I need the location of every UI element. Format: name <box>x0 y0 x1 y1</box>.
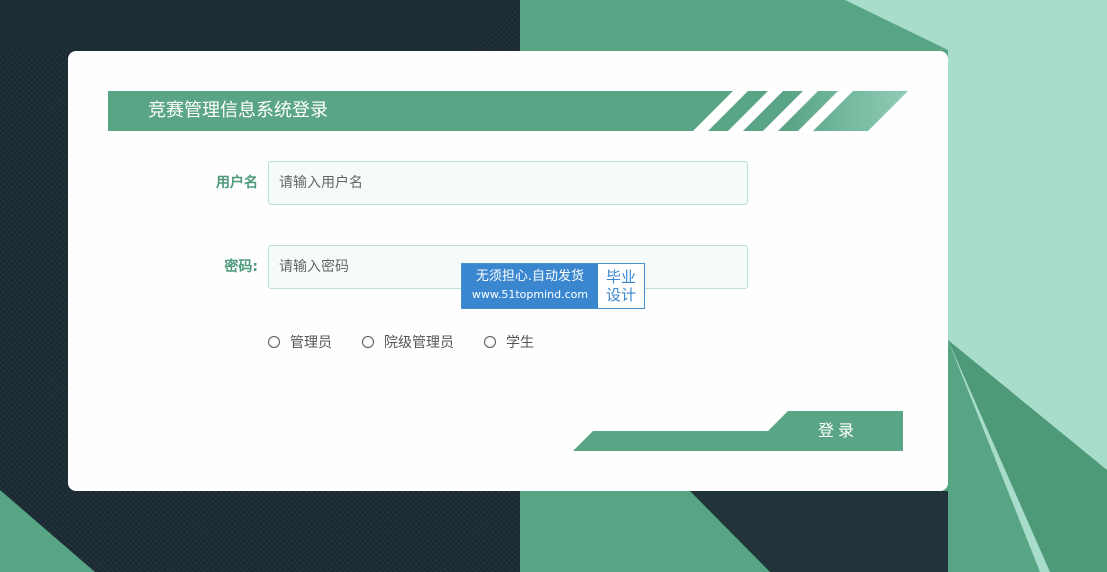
login-button[interactable]: 登录 <box>773 411 903 451</box>
watermark-main: 无须担心.自动发货 www.51topmind.com <box>462 264 598 308</box>
password-label: 密码: <box>224 259 258 275</box>
page-title: 竞赛管理信息系统登录 <box>148 100 328 121</box>
watermark-badge: 无须担心.自动发货 www.51topmind.com 毕业 设计 <box>461 263 645 309</box>
login-button-area: 登录 <box>573 411 903 451</box>
role-option-college-admin[interactable]: 院级管理员 <box>362 332 454 352</box>
username-label: 用户名 <box>216 175 258 191</box>
role-option-admin[interactable]: 管理员 <box>268 332 332 352</box>
watermark-side-line2: 设计 <box>605 286 636 304</box>
watermark-slogan: 无须担心.自动发货 <box>475 269 585 284</box>
role-radio-group: 管理员 院级管理员 学生 <box>268 331 564 353</box>
watermark-url: www.51topmind.com <box>471 288 589 301</box>
role-label: 学生 <box>506 335 534 351</box>
watermark-side: 毕业 设计 <box>598 264 644 308</box>
role-label: 院级管理员 <box>384 335 454 351</box>
bg-corner-green <box>0 490 95 572</box>
radio-circle-icon[interactable] <box>362 336 374 348</box>
username-row: 用户名 <box>68 161 948 205</box>
watermark-side-line1: 毕业 <box>605 268 636 286</box>
radio-circle-icon[interactable] <box>484 336 496 348</box>
radio-circle-icon[interactable] <box>268 336 280 348</box>
role-option-student[interactable]: 学生 <box>484 332 534 352</box>
bg-mid-panel <box>948 340 1107 572</box>
username-input[interactable] <box>268 161 748 205</box>
title-banner: 竞赛管理信息系统登录 <box>108 91 908 131</box>
role-label: 管理员 <box>290 335 332 351</box>
